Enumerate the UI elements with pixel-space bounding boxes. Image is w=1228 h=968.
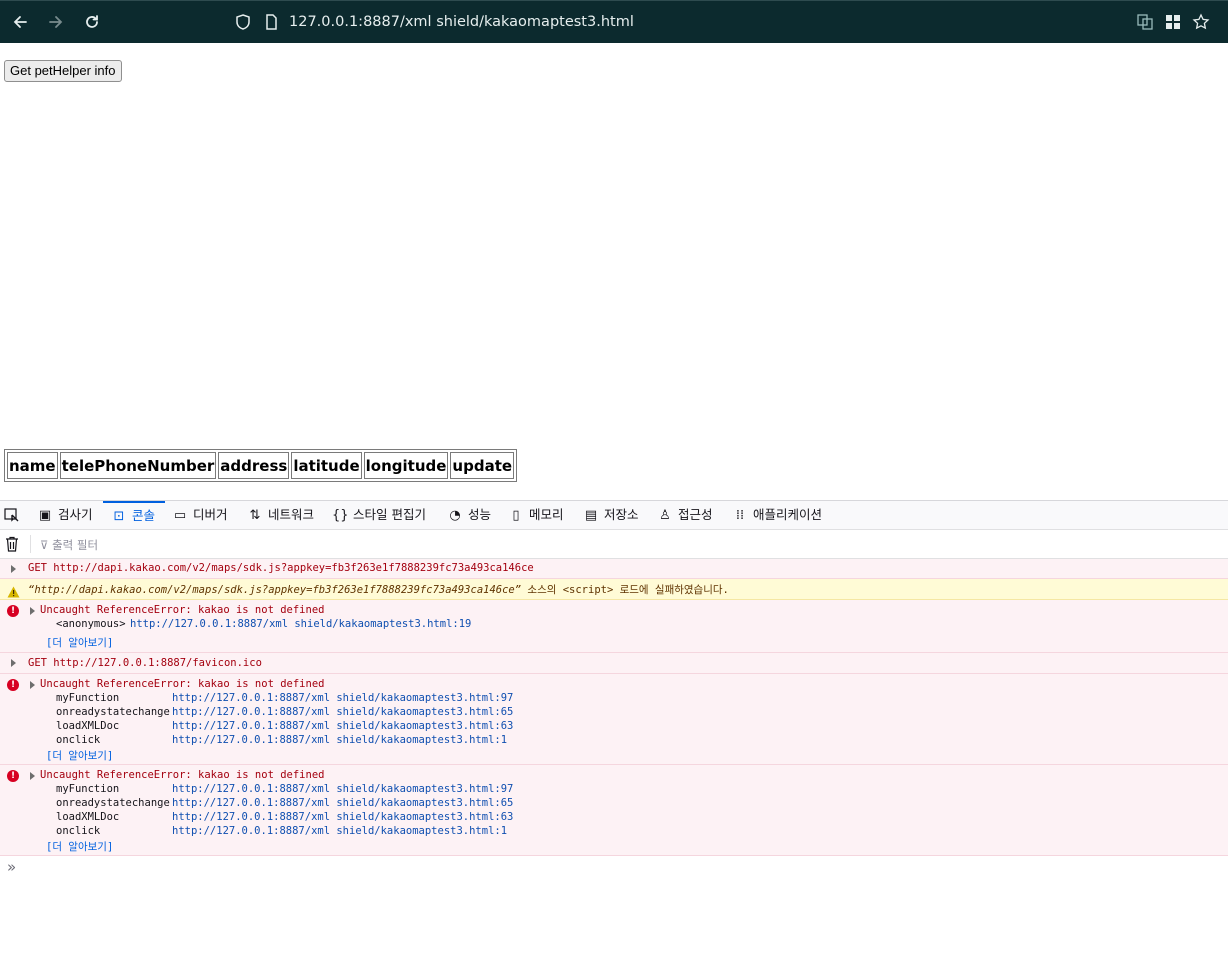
expand-arrow-icon[interactable] [30, 681, 35, 689]
stack-frame-name: loadXMLDoc [56, 720, 120, 732]
url-bar[interactable]: 127.0.0.1:8887/xml shield/kakaomaptest3.… [289, 14, 634, 30]
tab-debugger[interactable]: ▭ 디버거 [172, 501, 228, 530]
learn-more-link[interactable]: [더 알아보기] [46, 635, 113, 650]
stack-frame-name: onclick [56, 825, 101, 837]
get-pethelper-info-button[interactable]: Get petHelper info [4, 60, 122, 82]
stack-frame-link[interactable]: http://127.0.0.1:8887/xml shield/kakaoma… [172, 706, 513, 718]
stack-frame-name: loadXMLDoc [56, 811, 120, 823]
stack-frame-name: onreadystatechange [56, 706, 170, 718]
expand-arrow-icon[interactable] [30, 607, 35, 615]
stack-frame-link[interactable]: http://127.0.0.1:8887/xml shield/kakaoma… [172, 692, 513, 704]
storage-icon: ▤ [584, 508, 598, 523]
console-message-network[interactable]: GET http://dapi.kakao.com/v2/maps/sdk.js… [0, 559, 1228, 579]
stack-frame-link[interactable]: http://127.0.0.1:8887/xml shield/kakaoma… [172, 720, 513, 732]
filter-input[interactable]: ⊽ 출력 필터 [40, 537, 98, 553]
console-filter-bar: ⊽ 출력 필터 [0, 530, 1228, 559]
application-grid-icon: ⁞⁞ [735, 508, 745, 523]
debugger-icon: ▭ [173, 508, 187, 523]
reload-icon[interactable] [81, 11, 103, 33]
stack-frame-link[interactable]: http://127.0.0.1:8887/xml shield/kakaoma… [130, 618, 471, 630]
braces-icon: {} [332, 508, 349, 523]
stack-frame-link[interactable]: http://127.0.0.1:8887/xml shield/kakaoma… [172, 811, 513, 823]
console-message-error[interactable]: ! Uncaught ReferenceError: kakao is not … [0, 674, 1228, 765]
tab-network[interactable]: ⇅ 네트워크 [247, 501, 314, 530]
console-message-network[interactable]: GET http://127.0.0.1:8887/favicon.ico [0, 653, 1228, 674]
tab-accessibility[interactable]: ♙ 접근성 [657, 501, 712, 530]
header-longitude: longitude [363, 452, 449, 479]
shield-icon[interactable] [232, 11, 254, 33]
error-icon: ! [7, 679, 19, 691]
expand-arrow-icon[interactable] [11, 565, 16, 573]
filter-icon: ⊽ [40, 538, 49, 552]
header-update: update [450, 452, 515, 479]
error-title: Uncaught ReferenceError: kakao is not de… [40, 769, 325, 781]
stack-frame-link[interactable]: http://127.0.0.1:8887/xml shield/kakaoma… [172, 734, 507, 746]
accessibility-icon: ♙ [659, 508, 671, 523]
stack-frame-link[interactable]: http://127.0.0.1:8887/xml shield/kakaoma… [172, 783, 513, 795]
devtools-tabbar: ▣ 검사기 ⊡ 콘솔 ▭ 디버거 ⇅ 네트워크 {} 스타일 편집기 ◔ 성능 ▯ 메모리 ▤… [0, 500, 1228, 530]
trash-icon[interactable] [5, 536, 19, 556]
error-title: Uncaught ReferenceError: kakao is not de… [40, 678, 325, 690]
browser-toolbar: 127.0.0.1:8887/xml shield/kakaomaptest3.… [0, 0, 1228, 43]
header-name: name [7, 452, 58, 479]
message-text: GET http://dapi.kakao.com/v2/maps/sdk.js… [28, 562, 534, 574]
pethelper-table: name telePhoneNumber address latitude lo… [4, 449, 518, 482]
tab-storage[interactable]: ▤ 저장소 [583, 501, 639, 530]
console-message-error[interactable]: ! Uncaught ReferenceError: kakao is not … [0, 600, 1228, 653]
bookmark-star-icon[interactable] [1190, 11, 1212, 33]
tab-memory[interactable]: ▯ 메모리 [508, 501, 563, 530]
expand-arrow-icon[interactable] [30, 772, 35, 780]
stack-frame-name: myFunction [56, 692, 120, 704]
learn-more-link[interactable]: [더 알아보기] [46, 839, 113, 854]
back-arrow-icon[interactable] [9, 11, 31, 33]
tab-style-editor[interactable]: {} 스타일 편집기 [332, 501, 426, 530]
header-telephonenumber: telePhoneNumber [59, 452, 217, 479]
console-prompt-icon[interactable]: » [7, 858, 16, 876]
translate-icon[interactable] [1134, 11, 1156, 33]
inspector-icon: ▣ [38, 508, 52, 523]
tab-console[interactable]: ⊡ 콘솔 [103, 501, 165, 530]
message-text: “http://dapi.kakao.com/v2/maps/sdk.js?ap… [28, 584, 729, 596]
console-message-warning[interactable]: “http://dapi.kakao.com/v2/maps/sdk.js?ap… [0, 579, 1228, 600]
stack-frame-name: onreadystatechange [56, 797, 170, 809]
page-icon[interactable] [260, 11, 282, 33]
stack-frame-link[interactable]: http://127.0.0.1:8887/xml shield/kakaoma… [172, 825, 507, 837]
tab-application[interactable]: ⁞⁞ 애플리케이션 [732, 501, 822, 530]
error-icon: ! [7, 770, 19, 782]
tab-inspector[interactable]: ▣ 검사기 [37, 501, 93, 530]
expand-arrow-icon[interactable] [11, 659, 16, 667]
extensions-grid-icon[interactable] [1162, 11, 1184, 33]
memory-chip-icon: ▯ [512, 508, 520, 523]
element-picker-icon[interactable] [4, 501, 20, 530]
console-icon: ⊡ [113, 509, 125, 524]
divider [30, 535, 31, 553]
error-title: Uncaught ReferenceError: kakao is not de… [40, 604, 325, 616]
header-address: address [218, 452, 290, 479]
tab-performance[interactable]: ◔ 성능 [447, 501, 491, 530]
stack-frame-name: <anonymous> [56, 618, 126, 630]
stack-frame-name: myFunction [56, 783, 120, 795]
console-message-error[interactable]: ! Uncaught ReferenceError: kakao is not … [0, 765, 1228, 856]
table-header-row: name telePhoneNumber address latitude lo… [7, 452, 515, 479]
forward-arrow-icon[interactable] [45, 11, 67, 33]
gauge-icon: ◔ [449, 508, 461, 523]
header-latitude: latitude [291, 452, 362, 479]
stack-frame-name: onclick [56, 734, 101, 746]
message-text: GET http://127.0.0.1:8887/favicon.ico [28, 657, 262, 669]
stack-frame-link[interactable]: http://127.0.0.1:8887/xml shield/kakaoma… [172, 797, 513, 809]
learn-more-link[interactable]: [더 알아보기] [46, 748, 113, 763]
error-icon: ! [7, 605, 19, 617]
network-icon: ⇅ [249, 508, 261, 523]
